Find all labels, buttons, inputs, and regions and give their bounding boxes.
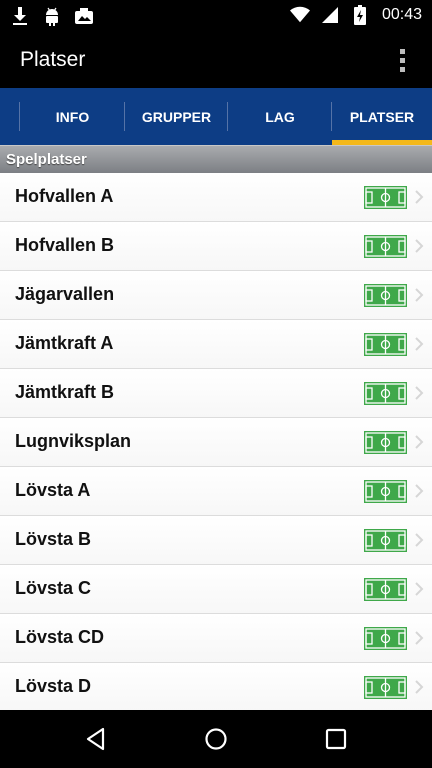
app-bar: Platser — [0, 33, 432, 88]
venue-row[interactable]: Jämtkraft B — [0, 369, 432, 418]
overflow-menu-icon[interactable] — [392, 45, 412, 75]
tab-lag[interactable]: LAG — [228, 88, 332, 145]
home-icon[interactable] — [201, 724, 231, 754]
tab-label: GRUPPER — [141, 108, 212, 125]
chevron-right-icon — [415, 680, 424, 694]
tab-grupper[interactable]: GRUPPER — [125, 88, 228, 145]
football-field-icon — [364, 529, 407, 552]
chevron-right-icon — [415, 239, 424, 253]
chevron-right-icon — [415, 337, 424, 351]
wifi-icon — [289, 5, 310, 25]
football-field-icon — [364, 186, 407, 209]
venue-name: Jägarvallen — [15, 284, 115, 304]
venue-row[interactable]: Lövsta B — [0, 516, 432, 565]
football-field-icon — [364, 333, 407, 356]
venue-name: Lövsta A — [15, 480, 91, 500]
chevron-right-icon — [415, 582, 424, 596]
notification-icons — [10, 6, 94, 26]
battery-icon — [350, 5, 370, 25]
chevron-right-icon — [415, 484, 424, 498]
page-title: Platser — [20, 48, 86, 71]
tab-bar: INFO GRUPPER LAG PLATSER — [0, 88, 432, 145]
football-field-icon — [364, 382, 407, 405]
venue-row[interactable]: Lövsta A — [0, 467, 432, 516]
venue-name: Lugnviksplan — [15, 431, 132, 451]
photo-icon — [74, 6, 94, 26]
section-title: Spelplatser — [6, 151, 87, 168]
football-field-icon — [364, 578, 407, 601]
chevron-right-icon — [415, 435, 424, 449]
football-field-icon — [364, 676, 407, 699]
tab-label: PLATSER — [349, 108, 415, 125]
venue-row[interactable]: Jägarvallen — [0, 271, 432, 320]
status-bar: 00:43 — [0, 0, 432, 33]
tab-platser[interactable]: PLATSER — [332, 88, 432, 145]
venue-row[interactable]: Lugnviksplan — [0, 418, 432, 467]
download-icon — [10, 6, 30, 26]
venue-row[interactable]: Hofvallen B — [0, 222, 432, 271]
chevron-right-icon — [415, 533, 424, 547]
system-icons: 00:43 — [289, 5, 422, 25]
venue-name: Jämtkraft B — [15, 382, 115, 402]
signal-icon — [320, 5, 340, 25]
football-field-icon — [364, 235, 407, 258]
venue-name: Hofvallen A — [15, 186, 114, 206]
venue-list: Hofvallen A Hofvallen B Jägarvallen Jämt… — [0, 173, 432, 710]
venue-name: Lövsta D — [15, 676, 92, 696]
football-field-icon — [364, 480, 407, 503]
recents-icon[interactable] — [321, 724, 351, 754]
venue-row[interactable]: Jämtkraft A — [0, 320, 432, 369]
chevron-right-icon — [415, 386, 424, 400]
system-nav-bar — [0, 710, 432, 768]
venue-row[interactable]: Lövsta CD — [0, 614, 432, 663]
venue-name: Hofvallen B — [15, 235, 115, 255]
venue-name: Lövsta B — [15, 529, 92, 549]
tab-hidden-left[interactable] — [0, 88, 20, 145]
venue-row[interactable]: Lövsta C — [0, 565, 432, 614]
venue-name: Lövsta C — [15, 578, 92, 598]
football-field-icon — [364, 431, 407, 454]
clock: 00:43 — [381, 6, 422, 23]
tab-label: LAG — [265, 108, 295, 125]
venue-row[interactable]: Hofvallen A — [0, 173, 432, 222]
chevron-right-icon — [415, 631, 424, 645]
football-field-icon — [364, 627, 407, 650]
tab-info[interactable]: INFO — [20, 88, 125, 145]
football-field-icon — [364, 284, 407, 307]
tab-label: INFO — [55, 108, 90, 125]
back-icon[interactable] — [81, 724, 111, 754]
venue-name: Lövsta CD — [15, 627, 105, 647]
chevron-right-icon — [415, 190, 424, 204]
android-icon — [42, 6, 62, 26]
chevron-right-icon — [415, 288, 424, 302]
venue-row[interactable]: Lövsta D — [0, 663, 432, 710]
venue-name: Jämtkraft A — [15, 333, 114, 353]
section-header: Spelplatser — [0, 145, 432, 173]
